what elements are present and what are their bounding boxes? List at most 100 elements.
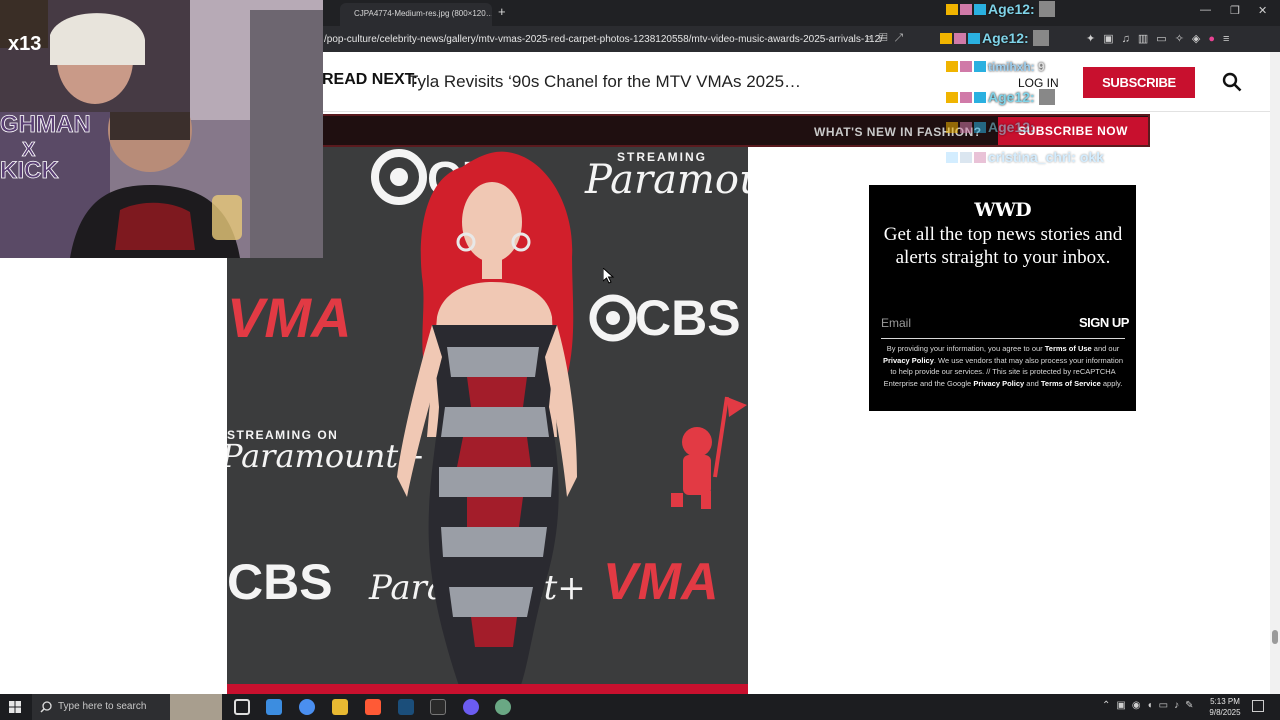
sign-up-button[interactable]: SIGN UP <box>1079 313 1129 333</box>
browser-tab[interactable]: CJPA4774-Medium-res.jpg (800×120… <box>340 3 492 26</box>
backdrop-logo-paramount-1: Paramount <box>584 157 748 203</box>
sidebar-icon[interactable]: ▥ <box>1138 33 1156 45</box>
crown-icon <box>940 33 952 44</box>
mouse-cursor-icon <box>603 268 615 284</box>
steam-icon[interactable] <box>398 699 414 715</box>
menu-icon[interactable]: ≡ <box>1223 33 1237 45</box>
subscribe-button[interactable]: SUBSCRIBE <box>1083 67 1195 98</box>
badge-icon <box>954 33 966 44</box>
badge-icon <box>960 92 972 103</box>
chat-username: Age12: <box>988 1 1035 17</box>
badge-icon <box>960 61 972 72</box>
profile-icon[interactable]: ● <box>1208 33 1223 45</box>
volume-icon[interactable]: ◖ <box>1147 700 1159 711</box>
sparkle-icon[interactable]: ✧ <box>1175 33 1192 45</box>
terminal-icon[interactable] <box>430 699 446 715</box>
close-icon[interactable]: ✕ <box>1258 4 1267 17</box>
cube-icon <box>974 122 986 133</box>
backdrop-logo-cbs-2: CBS <box>635 290 741 346</box>
copilot-icon[interactable] <box>266 699 282 715</box>
cam-banner-text-1: GHMAN <box>0 111 91 138</box>
emote-icon <box>1038 1 1055 17</box>
shield-icon[interactable]: ◈ <box>1192 33 1208 45</box>
scrollbar-thumb[interactable] <box>1272 630 1278 644</box>
wallet-icon[interactable]: ▭ <box>1156 33 1174 45</box>
reader-icon[interactable]: ▤ <box>879 32 894 44</box>
chat-message: Age12: <box>946 119 1035 135</box>
pen-icon[interactable]: ✎ <box>1185 700 1199 711</box>
url-field[interactable]: /pop-culture/celebrity-news/gallery/mtv-… <box>324 34 883 45</box>
terms-of-service-link[interactable]: Terms of Service <box>1041 379 1101 388</box>
badge-icon <box>960 122 972 133</box>
chat-username: Age12: <box>988 119 1035 135</box>
search-icon[interactable] <box>1222 72 1242 92</box>
display-icon[interactable]: ▭ <box>1159 700 1174 711</box>
chat-message: Age12: <box>946 89 1055 105</box>
read-next-link[interactable]: Tyla Revisits ‘90s Chanel for the MTV VM… <box>408 72 801 92</box>
emote-icon <box>1038 89 1055 105</box>
newsletter-legal-text: By providing your information, you agree… <box>883 344 1123 388</box>
cube-icon <box>974 61 986 72</box>
terms-of-use-link[interactable]: Terms of Use <box>1045 344 1092 353</box>
page-scrollbar[interactable] <box>1270 52 1280 694</box>
taskbar-search[interactable]: Type here to search <box>32 694 222 720</box>
badge-icon <box>974 152 986 163</box>
extension-icon[interactable]: ✦ <box>1086 33 1103 45</box>
badge-icon <box>960 152 972 163</box>
chat-message: cristina_chri: okk <box>946 149 1104 165</box>
chat-message: Age12: <box>940 30 1049 46</box>
wwd-logo: WWD <box>974 199 1031 221</box>
network-icon[interactable]: ▣ <box>1116 700 1131 711</box>
search-highlight-image <box>170 694 222 720</box>
new-tab-button[interactable]: + <box>498 4 506 19</box>
system-tray: ⌃▣◉◖▭♪✎ <box>1102 700 1199 711</box>
search-icon <box>40 701 52 713</box>
notification-icon[interactable] <box>1252 700 1264 712</box>
chat-text: okk <box>1079 149 1104 165</box>
taskbar: Type here to search ⌃▣◉◖▭♪✎ 5:13 PM 9/8/2… <box>0 694 1280 720</box>
chat-icon[interactable]: ◉ <box>1132 700 1147 711</box>
discord-icon[interactable] <box>463 699 479 715</box>
chat-message: Age12: <box>946 1 1055 17</box>
taskbar-search-placeholder: Type here to search <box>58 701 147 712</box>
crown-icon <box>946 4 958 15</box>
taskbar-clock[interactable]: 5:13 PM 9/8/2025 <box>1200 696 1250 718</box>
cam-banner-text-3: KICK <box>0 157 59 184</box>
restore-icon[interactable]: ❐ <box>1230 4 1240 17</box>
task-view-icon[interactable] <box>234 699 250 715</box>
share-icon[interactable]: ↗ <box>895 32 911 44</box>
minimize-icon[interactable]: — <box>1200 4 1211 16</box>
backdrop-logo-paramount-2: Paramount+ <box>227 437 425 475</box>
speaker-icon[interactable]: ♪ <box>1174 700 1185 711</box>
zoom-icon[interactable]: ⌕ <box>866 32 879 44</box>
file-explorer-icon[interactable] <box>332 699 348 715</box>
photo-bottom-stripe <box>227 684 748 694</box>
chevron-up-icon[interactable]: ⌃ <box>1102 700 1116 711</box>
cube-icon <box>968 33 980 44</box>
cam-badge-text: x13 <box>8 33 41 55</box>
music-icon[interactable]: ♫ <box>1122 33 1138 45</box>
backdrop-logo-vma-2: VMA <box>603 553 719 611</box>
read-next-label: READ NEXT: <box>322 71 419 88</box>
privacy-policy-link[interactable]: Privacy Policy <box>883 356 934 365</box>
app-icon[interactable] <box>495 699 511 715</box>
crown-icon <box>946 61 958 72</box>
crown-icon <box>946 92 958 103</box>
email-field[interactable]: Email <box>881 313 1066 333</box>
sword-icon <box>946 152 958 163</box>
newsletter-title: Get all the top news stories and alerts … <box>883 224 1123 268</box>
windows-start-icon[interactable] <box>9 701 21 713</box>
backdrop-logo-vma-1: VMA <box>227 286 351 349</box>
screenshot-icon[interactable]: ▣ <box>1103 33 1121 45</box>
emote-icon <box>1032 30 1049 46</box>
chat-username: Age12: <box>982 30 1029 46</box>
google-privacy-link[interactable]: Privacy Policy <box>973 379 1024 388</box>
address-bar-icons: ⌕▤↗ <box>866 32 910 45</box>
cube-icon <box>974 92 986 103</box>
brave-icon[interactable] <box>365 699 381 715</box>
chat-text: 9 <box>1038 60 1045 74</box>
newsletter-signup: WWD Get all the top news stories and ale… <box>869 185 1136 411</box>
edge-icon[interactable] <box>299 699 315 715</box>
backdrop-logo-cbs-3: CBS <box>227 554 333 610</box>
login-link[interactable]: LOG IN <box>1018 76 1059 90</box>
